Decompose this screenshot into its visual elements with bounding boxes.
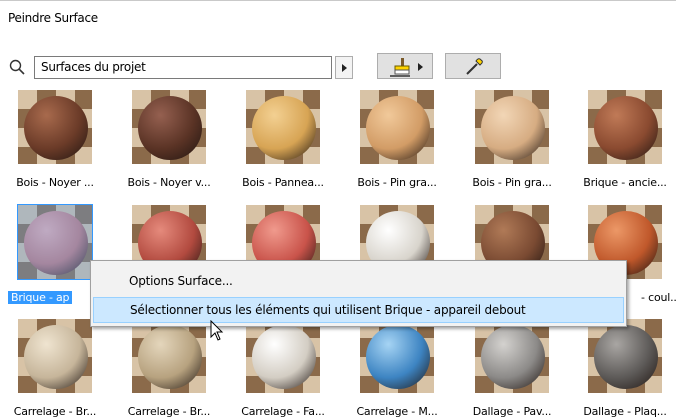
surface-thumbnail[interactable]: Carrelage - M... xyxy=(342,317,452,417)
surface-preview xyxy=(474,89,550,165)
surface-thumbnail[interactable]: Carrelage - Br... xyxy=(114,317,224,417)
material-sphere xyxy=(252,96,316,160)
surface-preview xyxy=(359,89,435,165)
surface-label: Dallage - Plaq... xyxy=(583,405,667,417)
surface-thumbnail[interactable]: Dallage - Pav... xyxy=(457,317,567,417)
surface-preview xyxy=(131,89,207,165)
material-sphere xyxy=(252,325,316,389)
surface-label: Brique - ancie... xyxy=(583,176,667,189)
material-sphere xyxy=(481,325,545,389)
surface-preview xyxy=(131,318,207,394)
surface-thumbnail[interactable]: Bois - Pin gra... xyxy=(457,88,567,198)
dropdown-value: Surfaces du projet xyxy=(41,60,146,74)
surface-label: Carrelage - Br... xyxy=(127,405,211,417)
surface-preview xyxy=(17,89,93,165)
context-menu: Options Surface... Sélectionner tous les… xyxy=(90,260,627,327)
surface-label: Dallage - Pav... xyxy=(472,405,552,417)
surface-thumbnail[interactable]: Bois - Pannea... xyxy=(228,88,338,198)
surface-thumbnail[interactable]: Dallage - Plaq... xyxy=(570,317,676,417)
surface-thumbnail[interactable]: Bois - Noyer v... xyxy=(114,88,224,198)
mouse-cursor-icon xyxy=(210,320,224,341)
top-border xyxy=(0,0,676,1)
surface-label: Bois - Noyer ... xyxy=(16,176,94,189)
menu-item-options-surface[interactable]: Options Surface... xyxy=(93,269,624,295)
surface-preview xyxy=(245,318,321,394)
paint-brush-icon xyxy=(390,58,410,77)
material-sphere xyxy=(24,325,88,389)
material-sphere xyxy=(481,96,545,160)
panel-title: Peindre Surface xyxy=(8,11,98,25)
material-sphere xyxy=(594,325,658,389)
material-sphere xyxy=(366,96,430,160)
surface-label: Carrelage - Fa... xyxy=(241,405,325,417)
surface-source-dropdown[interactable]: Surfaces du projet xyxy=(34,56,332,79)
menu-item-label: Sélectionner tous les éléments qui utili… xyxy=(130,303,526,317)
surface-label: Carrelage - M... xyxy=(356,405,438,417)
surface-preview xyxy=(245,89,321,165)
surface-thumbnail[interactable]: Carrelage - Fa... xyxy=(228,317,338,417)
surface-label: Bois - Noyer v... xyxy=(127,176,211,189)
material-sphere xyxy=(24,96,88,160)
surface-thumbnail[interactable]: Bois - Noyer ... xyxy=(0,88,110,198)
paint-tool-button[interactable] xyxy=(377,53,433,79)
surface-thumbnail[interactable]: Carrelage - Br... xyxy=(0,317,110,417)
selection-overlay xyxy=(18,205,92,279)
surface-preview xyxy=(17,318,93,394)
material-sphere xyxy=(138,96,202,160)
material-sphere xyxy=(594,96,658,160)
surface-thumbnail[interactable]: Brique - ancie... xyxy=(570,88,676,198)
dropdown-arrow-button[interactable] xyxy=(335,56,353,79)
surface-label: Bois - Pin gra... xyxy=(357,176,437,189)
surface-thumbnail[interactable]: Bois - Pin gra... xyxy=(342,88,452,198)
surface-preview xyxy=(587,89,663,165)
surface-label: Brique - ap xyxy=(8,291,73,304)
menu-item-select-all-using[interactable]: Sélectionner tous les éléments qui utili… xyxy=(93,297,624,323)
search-icon xyxy=(9,59,25,75)
menu-item-label: Options Surface... xyxy=(129,274,233,288)
surface-preview xyxy=(359,318,435,394)
chevron-right-icon xyxy=(418,63,423,71)
material-sphere xyxy=(138,325,202,389)
eyedropper-button[interactable] xyxy=(445,53,501,79)
surface-preview xyxy=(587,318,663,394)
surface-preview xyxy=(474,318,550,394)
surface-label: Bois - Pin gra... xyxy=(472,176,552,189)
surface-label: Carrelage - Br... xyxy=(13,405,97,417)
surface-label: Bois - Pannea... xyxy=(242,176,324,189)
surface-grid: Bois - Noyer ... Bois - Noyer v... Bois - … xyxy=(0,88,676,417)
surface-preview xyxy=(17,204,93,280)
eyedropper-icon xyxy=(466,58,483,75)
material-sphere xyxy=(366,325,430,389)
